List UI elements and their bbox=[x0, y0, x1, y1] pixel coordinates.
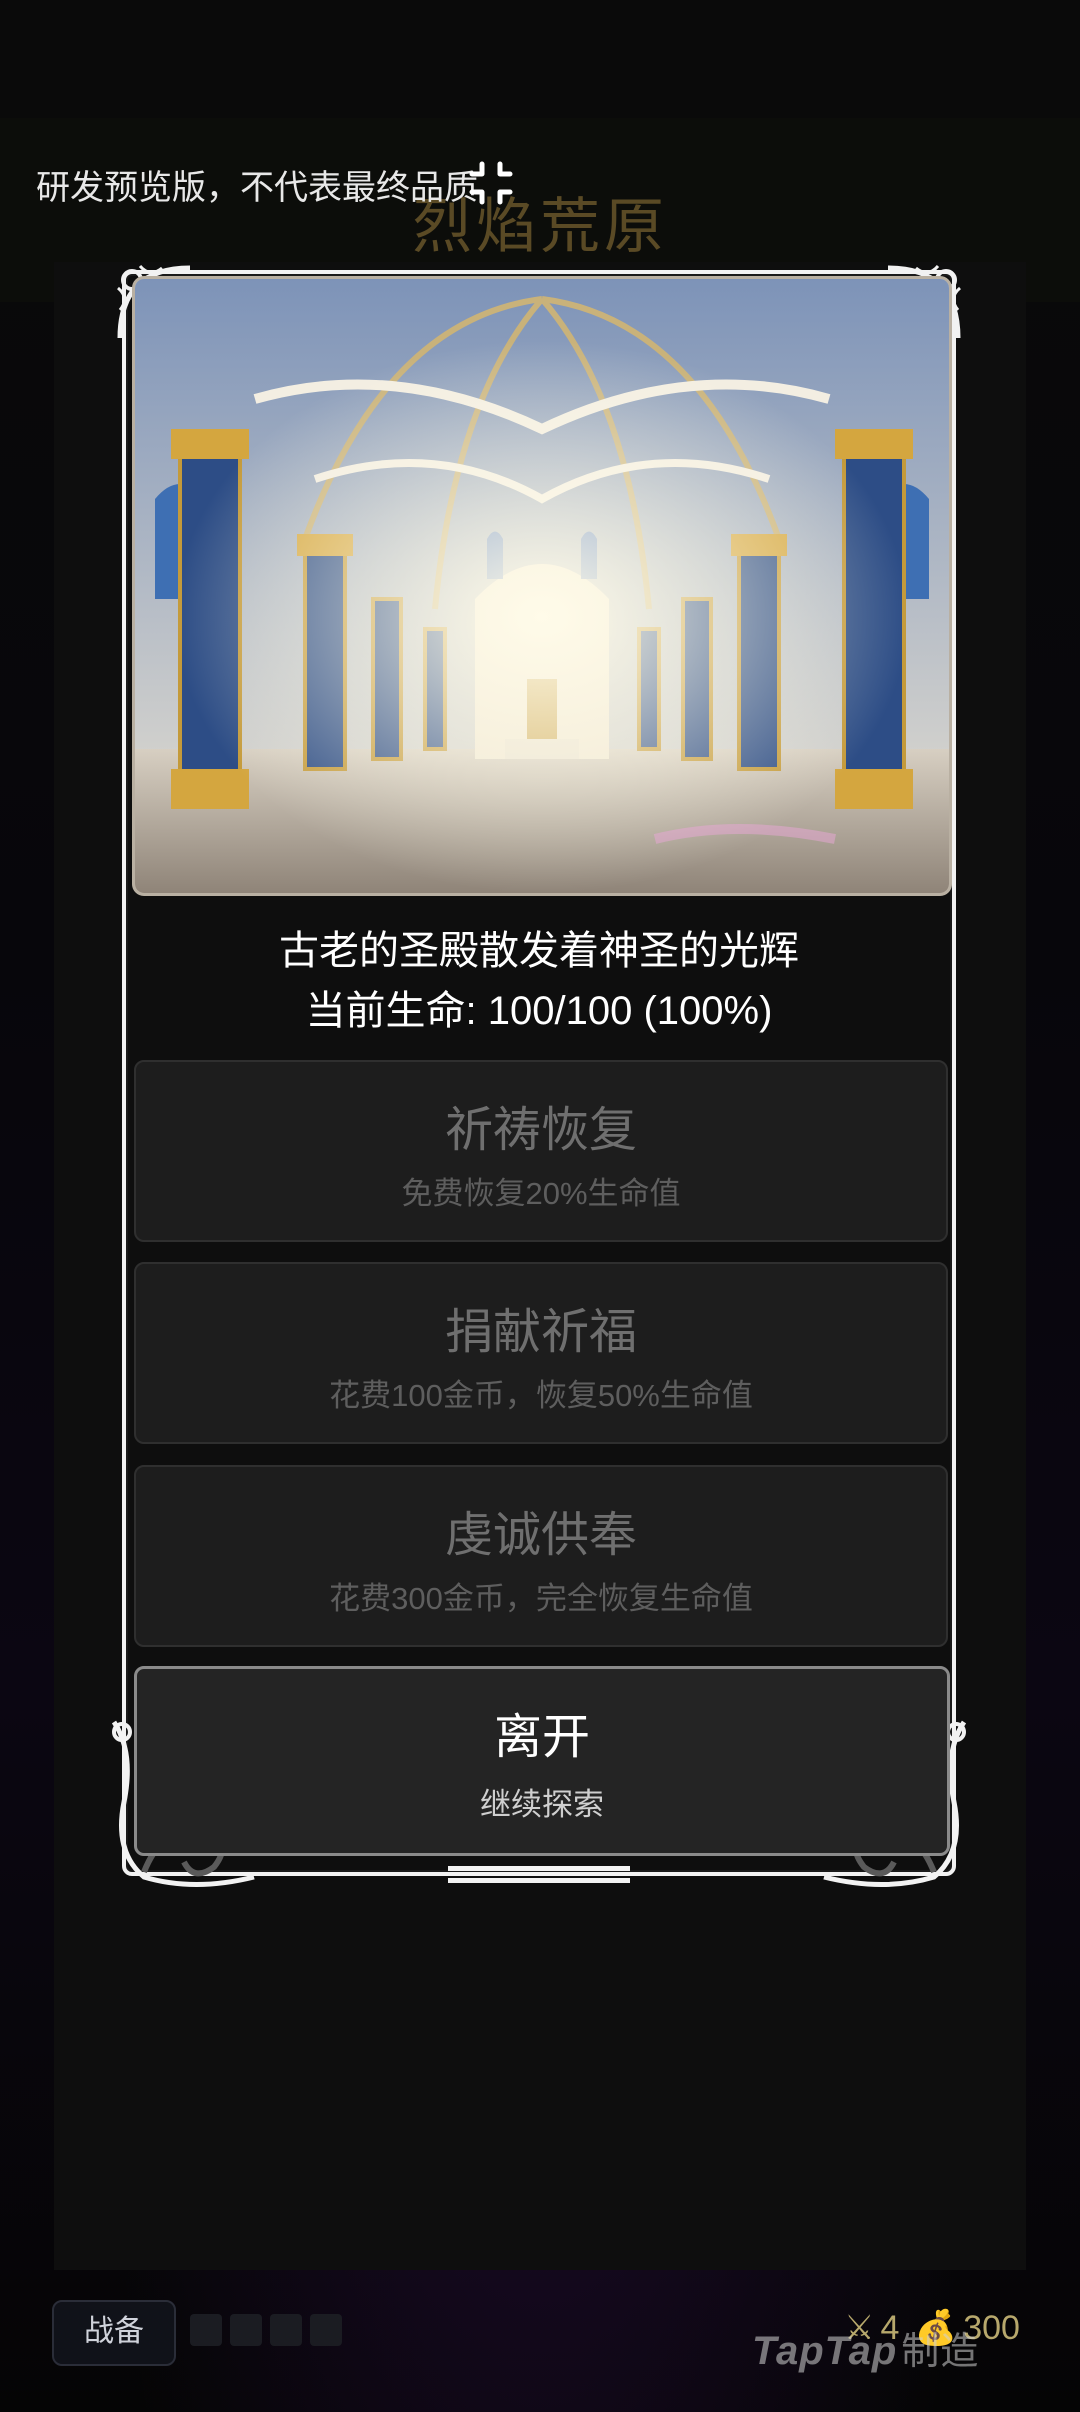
ornament-bar-icon bbox=[448, 1866, 630, 1883]
equipment-slot[interactable] bbox=[310, 2314, 342, 2346]
option-title: 祈祷恢复 bbox=[444, 1104, 637, 1157]
option-subtitle: 花费100金币，恢复50%生命值 bbox=[329, 1378, 753, 1413]
equipment-slot[interactable] bbox=[190, 2314, 222, 2346]
option-donate-bless[interactable]: 捐献祈福 花费100金币，恢复50%生命值 bbox=[134, 1262, 948, 1444]
exit-fullscreen-button[interactable] bbox=[466, 158, 516, 208]
event-description: 古老的圣殿散发着神圣的光辉 bbox=[279, 929, 799, 973]
equipment-slot[interactable] bbox=[270, 2314, 302, 2346]
option-subtitle: 继续探索 bbox=[480, 1787, 604, 1822]
option-title: 离开 bbox=[493, 1711, 590, 1764]
option-devout-offering[interactable]: 虔诚供奉 花费300金币，完全恢复生命值 bbox=[134, 1465, 948, 1647]
option-subtitle: 花费300金币，完全恢复生命值 bbox=[329, 1581, 753, 1616]
option-title: 虔诚供奉 bbox=[444, 1509, 637, 1562]
cathedral-icon bbox=[135, 279, 949, 893]
taptap-suffix: 制造 bbox=[901, 2331, 980, 2373]
option-leave[interactable]: 离开 继续探索 bbox=[134, 1666, 950, 1856]
equipment-slot[interactable] bbox=[230, 2314, 262, 2346]
exit-fullscreen-icon bbox=[469, 161, 513, 205]
option-subtitle: 免费恢复20%生命值 bbox=[401, 1176, 681, 1211]
gear-button[interactable]: 战备 bbox=[52, 2300, 176, 2366]
option-title: 捐献祈福 bbox=[444, 1306, 637, 1359]
taptap-brand: TapTap bbox=[752, 2329, 898, 2373]
preview-notice: 研发预览版，不代表最终品质 bbox=[36, 169, 478, 207]
game-screen: 烈焰荒原 研发预览版，不代表最终品质 古老的圣殿散发着神圣的光辉 当前生命: 1… bbox=[0, 0, 1080, 2412]
cathedral-image bbox=[132, 276, 952, 896]
option-pray-heal[interactable]: 祈祷恢复 免费恢复20%生命值 bbox=[134, 1060, 948, 1242]
hp-status: 当前生命: 100/100 (100%) bbox=[305, 989, 773, 1033]
taptap-watermark: TapTap 制造 bbox=[752, 2320, 979, 2375]
